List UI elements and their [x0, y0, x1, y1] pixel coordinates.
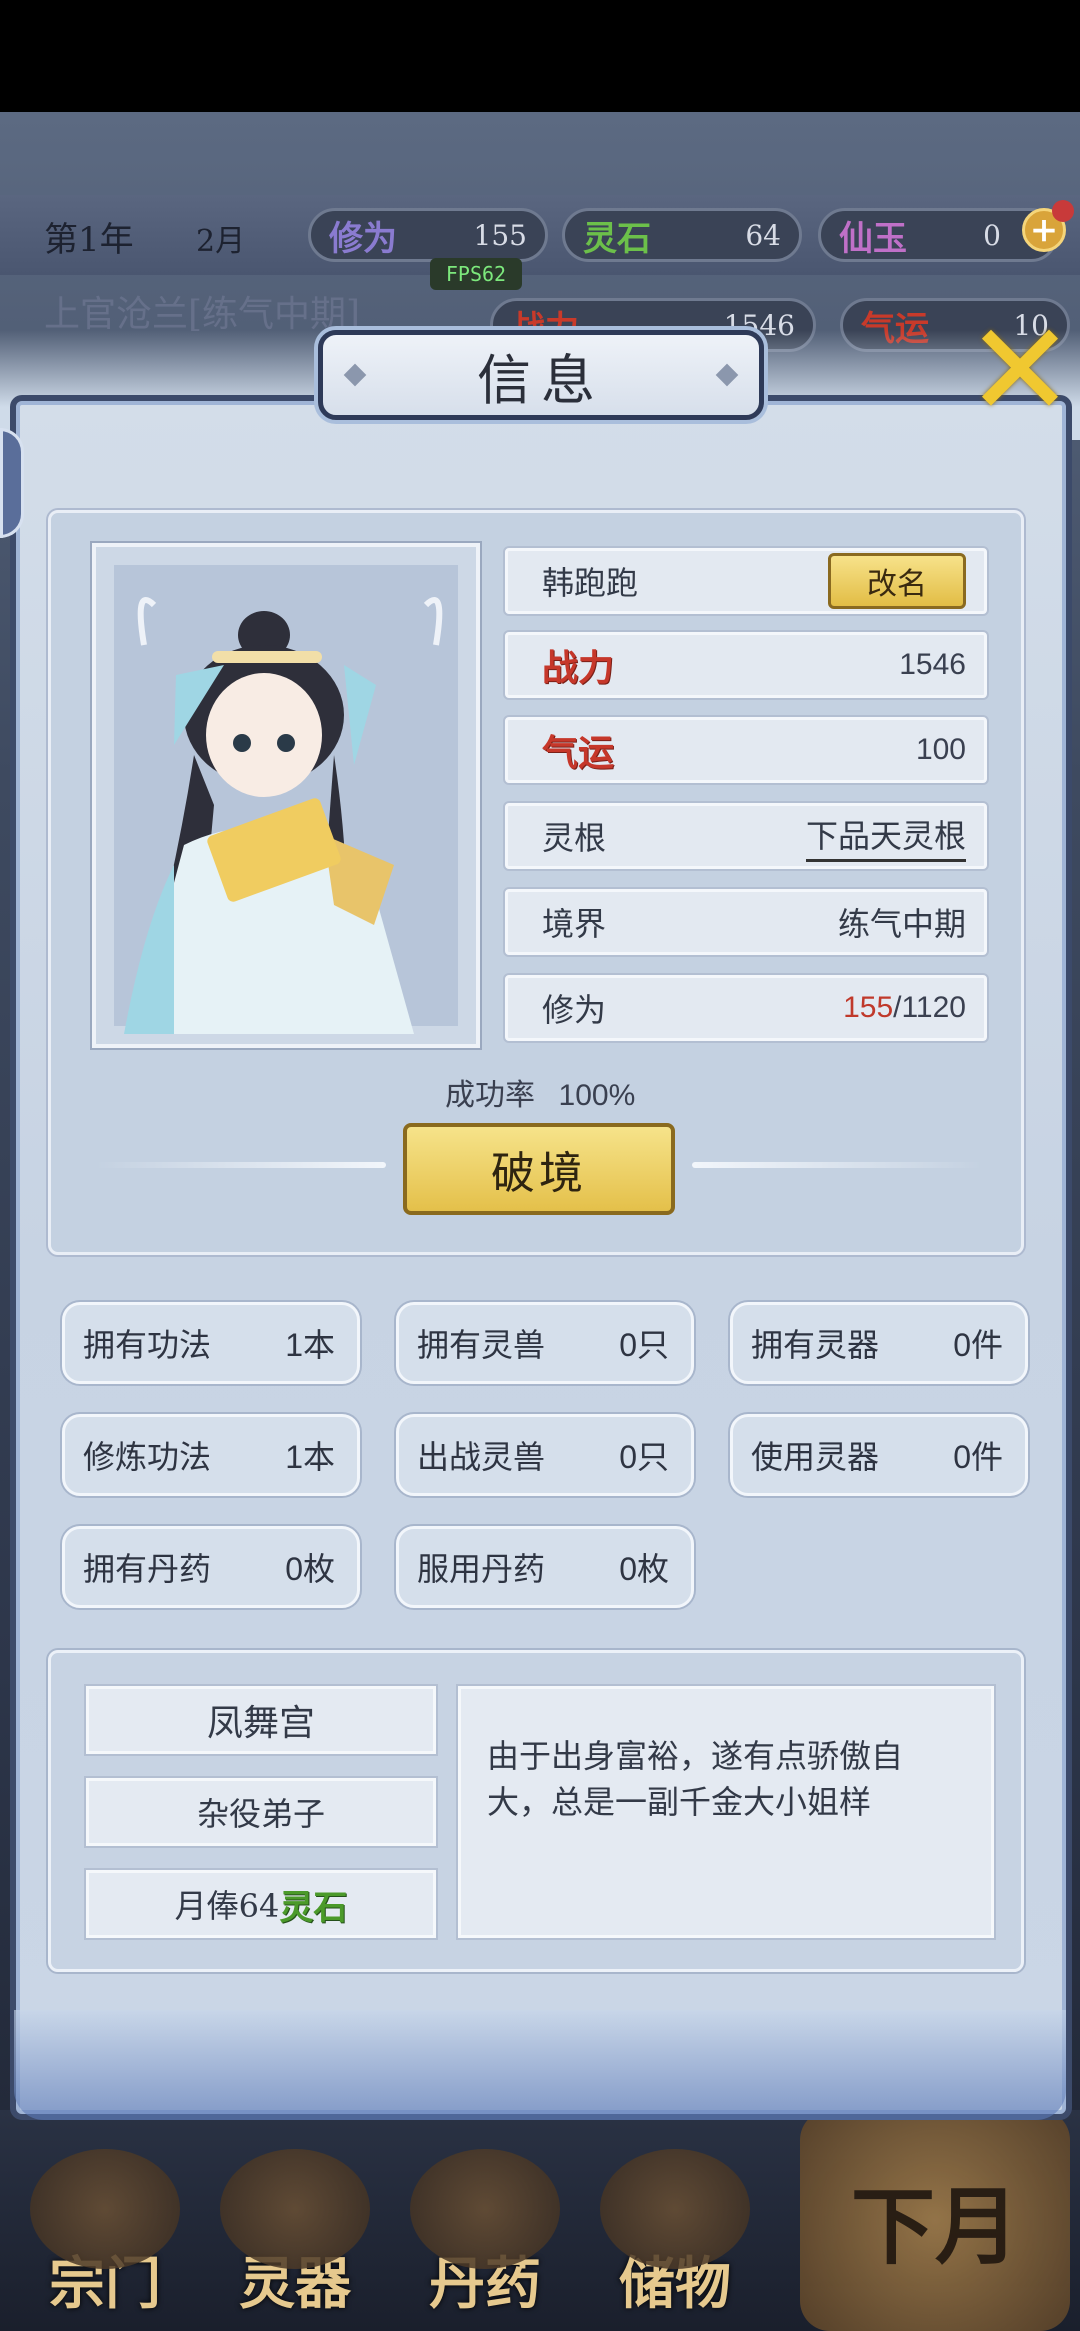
luck-label: 气运	[542, 732, 615, 774]
notification-dot	[1052, 200, 1074, 222]
cultivation-row: 修为 155/1120	[505, 975, 987, 1041]
stat-cultivating-techniques[interactable]: 修炼功法 1本	[62, 1414, 360, 1496]
nav-storage-button[interactable]: 储物	[590, 2140, 760, 2320]
fps-counter: FPS62	[430, 258, 522, 290]
realm-value: 练气中期	[837, 905, 966, 943]
success-rate: 成功率 100%	[445, 1078, 636, 1113]
sect-name: 凤舞宫	[86, 1686, 436, 1754]
nav-sect-button[interactable]: 宗门	[20, 2140, 190, 2320]
hud-year: 第1年	[44, 220, 134, 260]
luck-value: 100	[915, 733, 966, 766]
power-value: 1546	[899, 648, 966, 681]
power-label: 战力	[542, 647, 615, 689]
close-button[interactable]: ✕	[965, 305, 1075, 435]
power-row: 战力 1546	[505, 632, 987, 698]
diamond-ornament-icon	[343, 363, 367, 387]
root-value[interactable]: 下品天灵根	[805, 811, 966, 862]
hud-month: 2月	[196, 224, 246, 259]
status-bar-area	[0, 0, 1080, 112]
dialog-title-plate: 信息	[318, 330, 764, 420]
side-tab[interactable]	[0, 428, 24, 538]
nav-pill-button[interactable]: 丹药	[400, 2140, 570, 2320]
ring-icon	[600, 2149, 750, 2269]
next-month-button[interactable]: 下月	[800, 2110, 1070, 2331]
breakthrough-button[interactable]: 破境	[403, 1123, 675, 1215]
stat-owned-beasts[interactable]: 拥有灵兽 0只	[396, 1302, 694, 1384]
root-row: 灵根 下品天灵根	[505, 803, 987, 869]
hud-cultivation: 修为 155	[308, 208, 548, 262]
nav-artifact-button[interactable]: 灵器	[210, 2140, 380, 2320]
rename-button[interactable]: 改名	[828, 553, 966, 609]
cultivation-progress: 155/1120	[843, 991, 966, 1024]
stat-consumed-pills[interactable]: 服用丹药 0枚	[396, 1526, 694, 1608]
gourd-icon	[410, 2149, 560, 2269]
stat-used-artifacts[interactable]: 使用灵器 0件	[730, 1414, 1028, 1496]
realm-row: 境界 练气中期	[505, 889, 987, 955]
luck-row: 气运 100	[505, 717, 987, 783]
close-x-icon: ✕	[965, 294, 1075, 446]
realm-label: 境界	[542, 905, 607, 943]
character-portrait-frame	[92, 543, 480, 1048]
character-name: 韩跑跑	[542, 564, 639, 602]
divider-right	[692, 1162, 982, 1168]
diamond-ornament-icon	[715, 363, 739, 387]
divider-left	[96, 1162, 386, 1168]
sect-salary: 月俸64 灵石	[86, 1870, 436, 1938]
panel-bottom-decoration	[14, 2010, 1066, 2120]
stat-owned-pills[interactable]: 拥有丹药 0枚	[62, 1526, 360, 1608]
character-portrait	[114, 565, 458, 1034]
sect-rank: 杂役弟子	[86, 1778, 436, 1846]
character-description: 由于出身富裕，遂有点骄傲自大，总是一副千金大小姐样	[458, 1686, 994, 1938]
sect-icon	[30, 2149, 180, 2269]
hud-spirit-stone: 灵石 64	[562, 208, 802, 262]
stat-battle-beasts[interactable]: 出战灵兽 0只	[396, 1414, 694, 1496]
cultivation-label: 修为	[542, 991, 607, 1029]
stat-owned-artifacts[interactable]: 拥有灵器 0件	[730, 1302, 1028, 1384]
name-row: 韩跑跑 改名	[505, 548, 987, 614]
artifact-icon	[220, 2149, 370, 2269]
dialog-title: 信息	[477, 348, 605, 412]
stat-owned-techniques[interactable]: 拥有功法 1本	[62, 1302, 360, 1384]
root-label: 灵根	[542, 819, 607, 857]
character-portrait-icon	[124, 597, 443, 1034]
